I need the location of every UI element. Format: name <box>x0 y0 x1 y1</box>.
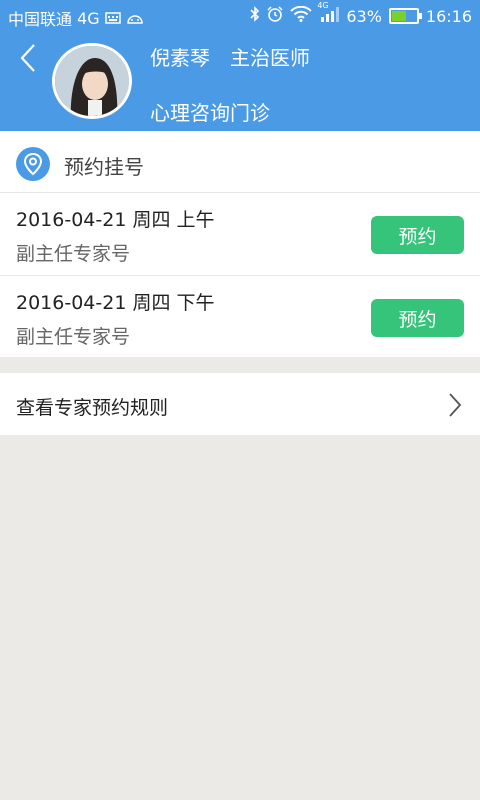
appointment-row: 2016-04-21 周四 下午 副主任专家号 预约 <box>0 275 480 358</box>
appointment-type: 副主任专家号 <box>16 243 131 265</box>
wifi-icon <box>290 5 313 26</box>
signal-icon: 4G <box>317 1 340 26</box>
carrier-text: 中国联通 <box>8 10 73 29</box>
section-title: 预约挂号 <box>64 155 144 179</box>
back-button[interactable] <box>16 42 40 74</box>
appointment-date: 2016-04-21 周四 下午 <box>16 292 215 314</box>
mobile-badge: 4G <box>317 1 329 10</box>
bluetooth-icon <box>250 6 260 26</box>
appointment-section-header: 预约挂号 <box>0 131 480 193</box>
chevron-right-icon <box>446 391 464 419</box>
appointment-row: 2016-04-21 周四 上午 副主任专家号 预约 <box>0 193 480 275</box>
appointment-type: 副主任专家号 <box>16 326 131 348</box>
clock: 16:16 <box>425 6 472 26</box>
doctor-title: 主治医师 <box>230 46 310 70</box>
battery-percent: 63% <box>346 6 382 26</box>
doctor-header: 中国联通 4G 4G 63% 16:16 倪素琴 主治医师 心理咨询门诊 <box>0 0 480 131</box>
network-text: 4G <box>77 8 100 28</box>
book-button[interactable]: 预约 <box>371 216 464 254</box>
status-bar: 中国联通 4G 4G 63% 16:16 <box>0 0 480 32</box>
location-pin-icon <box>16 147 50 181</box>
appointment-date: 2016-04-21 周四 上午 <box>16 209 215 231</box>
chevron-left-icon <box>20 44 35 72</box>
keyboard-icon <box>104 9 121 28</box>
rules-link[interactable]: 查看专家预约规则 <box>0 373 480 435</box>
doctor-avatar <box>52 43 132 119</box>
android-icon <box>126 9 144 28</box>
battery-icon <box>388 8 422 24</box>
alarm-icon <box>267 6 283 26</box>
doctor-name: 倪素琴 <box>150 46 210 70</box>
rules-link-label: 查看专家预约规则 <box>16 397 169 419</box>
book-button[interactable]: 预约 <box>371 299 464 337</box>
department-name: 心理咨询门诊 <box>150 101 270 125</box>
battery-fill <box>391 11 406 21</box>
appointment-card: 预约挂号 2016-04-21 周四 上午 副主任专家号 预约 2016-04-… <box>0 131 480 357</box>
